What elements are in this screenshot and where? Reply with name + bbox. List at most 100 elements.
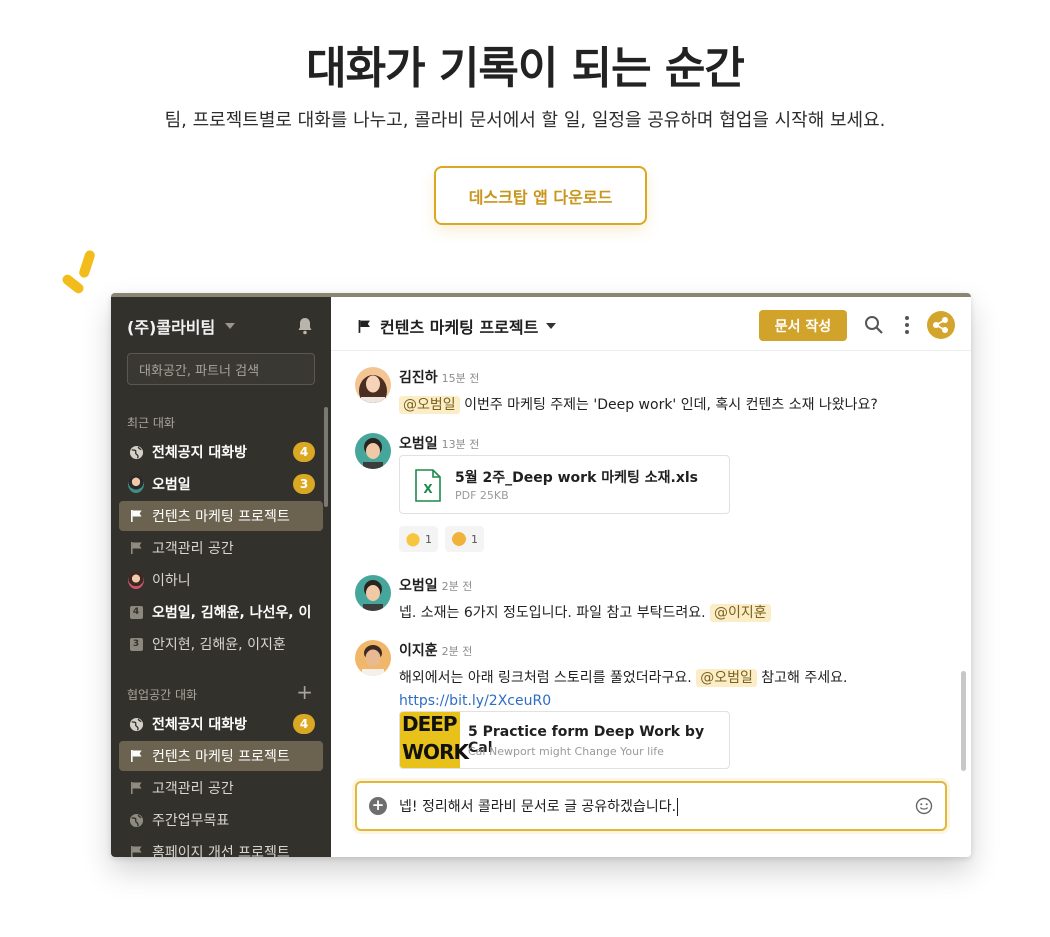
sidebar-item-label: 오범일: [152, 477, 191, 493]
group-count-icon: 3: [128, 636, 144, 652]
team-name: (주)콜라비팀: [127, 318, 216, 337]
emoji-icon[interactable]: [915, 797, 933, 815]
book-cover-title-bottom: WORK: [402, 740, 469, 764]
sidebar-item-label: 컨텐츠 마케팅 프로젝트: [152, 509, 290, 525]
globe-icon: [128, 716, 144, 732]
chat-scrollbar[interactable]: [961, 671, 966, 771]
reaction-count: 1: [425, 532, 432, 546]
group-count-icon: 4: [128, 604, 144, 620]
sidebar-item-ihani[interactable]: 이하니: [119, 565, 323, 595]
unread-badge: 4: [293, 442, 315, 462]
sidebar-item-label: 고객관리 공간: [152, 781, 234, 797]
sidebar: (주)콜라비팀 대화공간, 파트너 검색 최근 대화 전체공지 대화방 4 오범…: [111, 297, 331, 857]
sidebar-item-all-notice-2[interactable]: 전체공지 대화방 4: [119, 709, 323, 739]
sidebar-search-input[interactable]: 대화공간, 파트너 검색: [127, 353, 315, 385]
star-eyes-icon: [451, 531, 467, 547]
chat-header: 컨텐츠 마케팅 프로젝트 문서 작성: [331, 297, 971, 351]
link-preview-card[interactable]: DEEP WORK 5 Practice form Deep Work by C…: [399, 711, 730, 769]
sidebar-item-content-marketing-2[interactable]: 컨텐츠 마케팅 프로젝트: [119, 741, 323, 771]
sender-name[interactable]: 오범일: [399, 578, 438, 594]
message-composer[interactable]: + 넵! 정리해서 콜라비 문서로 글 공유하겠습니다.: [355, 781, 947, 831]
message-link[interactable]: https://bit.ly/2XceuR0: [399, 693, 847, 709]
text-cursor: [677, 798, 679, 816]
reaction-count: 1: [471, 532, 478, 546]
chat-main: 컨텐츠 마케팅 프로젝트 문서 작성 김진하 15분 전 @오범일 이번주 마케팅…: [331, 297, 971, 857]
avatar[interactable]: [355, 367, 391, 403]
sidebar-item-all-notice[interactable]: 전체공지 대화방 4: [119, 437, 323, 467]
reaction-thumbs-up[interactable]: 1: [399, 526, 438, 552]
chevron-down-icon: [225, 323, 236, 329]
file-meta: PDF 25KB: [455, 489, 509, 502]
link-preview-subtitle: Cal Newport might Change Your life: [468, 745, 664, 758]
sidebar-item-obeomil[interactable]: 오범일 3: [119, 469, 323, 499]
globe-icon: [128, 444, 144, 460]
recent-section-label: 최근 대화: [127, 416, 175, 430]
mention-chip[interactable]: @오범일: [696, 669, 757, 687]
search-icon[interactable]: [864, 315, 884, 335]
message-time: 15분 전: [441, 372, 480, 385]
sidebar-item-content-marketing[interactable]: 컨텐츠 마케팅 프로젝트: [119, 501, 323, 531]
sidebar-item-group-4[interactable]: 4 오범일, 김해윤, 나선우, 이: [119, 597, 323, 627]
bell-icon[interactable]: [297, 317, 313, 335]
chevron-down-icon: [546, 323, 557, 329]
more-vertical-icon[interactable]: [901, 315, 913, 335]
add-collab-icon[interactable]: +: [296, 682, 313, 702]
flag-icon: [358, 319, 370, 333]
unread-badge: 4: [293, 714, 315, 734]
sidebar-item-weekly-goals[interactable]: 주간업무목표: [119, 805, 323, 835]
sidebar-scrollbar[interactable]: [324, 407, 328, 507]
globe-icon: [128, 812, 144, 828]
hero-subtitle: 팀, 프로젝트별로 대화를 나누고, 콜라비 문서에서 할 일, 일정을 공유하…: [164, 110, 886, 131]
app-window: (주)콜라비팀 대화공간, 파트너 검색 최근 대화 전체공지 대화방 4 오범…: [111, 293, 971, 857]
sidebar-item-label: 안지현, 김해윤, 이지훈: [152, 637, 286, 653]
unread-badge: 3: [293, 474, 315, 494]
message-text-after: 참고해 주세요.: [761, 670, 848, 686]
team-switcher[interactable]: (주)콜라비팀: [127, 315, 315, 337]
message-text: 해외에서는 아래 링크처럼 스토리를 풀었더라구요.: [399, 670, 692, 686]
reaction-star-eyes[interactable]: 1: [445, 526, 484, 552]
sidebar-item-label: 홈페이지 개선 프로젝트: [152, 845, 290, 857]
flag-icon: [128, 844, 144, 857]
message-text: 이번주 마케팅 주제는 'Deep work' 인데, 혹시 컨텐츠 소재 나왔…: [464, 397, 878, 413]
excel-file-icon: X: [415, 469, 441, 502]
thumbs-up-icon: [405, 531, 421, 547]
write-document-button[interactable]: 문서 작성: [759, 310, 847, 341]
sidebar-item-label: 주간업무목표: [152, 813, 230, 829]
sidebar-item-customer-mgmt[interactable]: 고객관리 공간: [119, 533, 323, 563]
group-count: 3: [129, 637, 143, 651]
share-icon[interactable]: [927, 311, 955, 339]
svg-text:X: X: [423, 482, 433, 496]
sidebar-item-customer-mgmt-2[interactable]: 고객관리 공간: [119, 773, 323, 803]
mention-chip[interactable]: @오범일: [399, 396, 460, 414]
sidebar-item-label: 고객관리 공간: [152, 541, 234, 557]
avatar: [128, 571, 144, 589]
message-time: 2분 전: [441, 580, 473, 593]
message-time: 13분 전: [441, 438, 480, 451]
file-attachment-card[interactable]: X 5월 2주_Deep work 마케팅 소재.xls PDF 25KB: [399, 455, 730, 514]
avatar: [128, 475, 144, 493]
book-cover-title-top: DEEP: [402, 712, 458, 736]
avatar[interactable]: [355, 640, 391, 676]
sender-name[interactable]: 오범일: [399, 436, 438, 452]
sidebar-item-label: 전체공지 대화방: [152, 445, 248, 461]
flag-icon: [128, 780, 144, 796]
mention-chip[interactable]: @이지훈: [710, 604, 771, 622]
sender-name[interactable]: 김진하: [399, 370, 438, 386]
sidebar-item-homepage-project[interactable]: 홈페이지 개선 프로젝트: [119, 837, 323, 857]
channel-title: 컨텐츠 마케팅 프로젝트: [380, 318, 539, 337]
flag-icon: [128, 540, 144, 556]
download-desktop-app-button[interactable]: 데스크탑 앱 다운로드: [434, 166, 647, 225]
group-count: 4: [129, 605, 143, 619]
file-name: 5월 2주_Deep work 마케팅 소재.xls: [455, 470, 699, 486]
avatar[interactable]: [355, 433, 391, 469]
flag-icon: [128, 508, 144, 524]
channel-selector[interactable]: 컨텐츠 마케팅 프로젝트: [357, 314, 557, 338]
composer-input[interactable]: 넵! 정리해서 콜라비 문서로 글 공유하겠습니다.: [399, 799, 676, 815]
avatar[interactable]: [355, 575, 391, 611]
sidebar-item-label: 전체공지 대화방: [152, 717, 248, 733]
hero-title: 대화가 기록이 되는 순간: [306, 43, 745, 94]
sender-name[interactable]: 이지훈: [399, 643, 438, 659]
sidebar-item-label: 오범일, 김해윤, 나선우, 이: [152, 605, 312, 621]
sidebar-item-group-3[interactable]: 3 안지현, 김해윤, 이지훈: [119, 629, 323, 659]
attach-plus-icon[interactable]: +: [369, 797, 387, 815]
